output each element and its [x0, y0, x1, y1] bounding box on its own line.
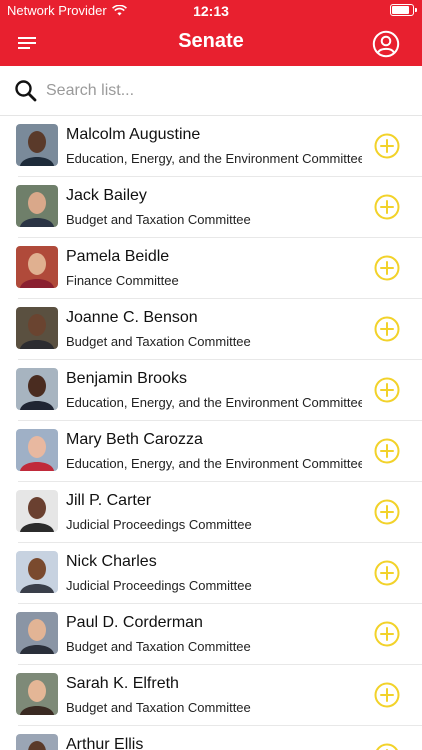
- add-button[interactable]: [374, 621, 400, 647]
- add-circle-icon: [374, 560, 400, 586]
- add-circle-icon: [376, 743, 398, 750]
- search-bar: [0, 66, 422, 116]
- member-name: Nick Charles: [66, 553, 157, 570]
- add-circle-icon: [374, 133, 400, 159]
- add-circle-icon: [374, 682, 400, 708]
- member-committee: Judicial Proceedings Committee: [66, 517, 252, 532]
- add-button[interactable]: [374, 133, 400, 159]
- add-button[interactable]: [374, 499, 400, 525]
- navbar: Senate: [0, 22, 422, 66]
- member-committee: Education, Energy, and the Environment C…: [66, 151, 362, 166]
- member-name: Malcolm Augustine: [66, 126, 201, 143]
- list-item[interactable]: Joanne C. Benson Budget and Taxation Comm…: [16, 299, 422, 360]
- add-circle-icon: [374, 255, 400, 281]
- list-item[interactable]: Jill P. Carter Judicial Proceedings Commi…: [16, 482, 422, 543]
- avatar: [16, 734, 58, 750]
- member-name: Benjamin Brooks: [66, 370, 187, 387]
- member-committee: Budget and Taxation Committee: [66, 212, 251, 227]
- account-icon: [372, 30, 400, 58]
- page-title: Senate: [178, 30, 244, 52]
- list-item[interactable]: Pamela Beidle Finance Committee: [16, 238, 422, 299]
- avatar: [16, 673, 58, 715]
- add-circle-icon: [374, 621, 400, 647]
- avatar: [16, 490, 58, 532]
- avatar: [16, 368, 58, 410]
- search-input[interactable]: [46, 78, 406, 104]
- list-item[interactable]: Benjamin Brooks Education, Energy, and th…: [16, 360, 422, 421]
- list-item[interactable]: Malcolm Augustine Education, Energy, and …: [16, 116, 422, 177]
- status-time: 12:13: [193, 3, 229, 19]
- avatar: [16, 185, 58, 227]
- avatar: [16, 307, 58, 349]
- member-committee: Finance Committee: [66, 273, 179, 288]
- list-item[interactable]: Mary Beth Carozza Education, Energy, and …: [16, 421, 422, 482]
- member-name: Arthur Ellis: [66, 736, 144, 750]
- member-name: Sarah K. Elfreth: [66, 675, 179, 692]
- member-name: Pamela Beidle: [66, 248, 170, 265]
- add-button[interactable]: [374, 377, 400, 403]
- add-circle-icon: [374, 377, 400, 403]
- member-name: Mary Beth Carozza: [66, 431, 203, 448]
- app-header: Network Provider 12:13 Senate: [0, 0, 422, 66]
- member-committee: Budget and Taxation Committee: [66, 700, 251, 715]
- list-item[interactable]: Arthur Ellis: [16, 726, 422, 750]
- add-circle-icon: [374, 499, 400, 525]
- avatar: [16, 612, 58, 654]
- list-item[interactable]: Nick Charles Judicial Proceedings Committ…: [16, 543, 422, 604]
- avatar: [16, 551, 58, 593]
- avatar: [16, 429, 58, 471]
- member-name: Jill P. Carter: [66, 492, 152, 509]
- member-name: Jack Bailey: [66, 187, 147, 204]
- search-icon: [15, 80, 37, 102]
- add-circle-icon: [374, 438, 400, 464]
- avatar: [16, 124, 58, 166]
- list-item[interactable]: Jack Bailey Budget and Taxation Committee: [16, 177, 422, 238]
- status-bar: Network Provider 12:13: [0, 0, 422, 22]
- profile-button[interactable]: [372, 30, 400, 58]
- list-item[interactable]: Paul D. Corderman Budget and Taxation Com…: [16, 604, 422, 665]
- add-circle-icon: [374, 316, 400, 342]
- member-committee: Education, Energy, and the Environment C…: [66, 395, 362, 410]
- add-button[interactable]: [374, 438, 400, 464]
- add-button[interactable]: [374, 255, 400, 281]
- list-item[interactable]: Sarah K. Elfreth Budget and Taxation Comm…: [16, 665, 422, 726]
- add-circle-icon: [374, 194, 400, 220]
- add-button[interactable]: [374, 194, 400, 220]
- add-button[interactable]: [374, 682, 400, 708]
- member-committee: Budget and Taxation Committee: [66, 639, 251, 654]
- member-committee: Budget and Taxation Committee: [66, 334, 251, 349]
- member-name: Joanne C. Benson: [66, 309, 198, 326]
- battery-icon: [390, 4, 417, 16]
- add-button[interactable]: [374, 560, 400, 586]
- member-list: Malcolm Augustine Education, Energy, and …: [0, 116, 422, 750]
- add-button[interactable]: [374, 743, 400, 750]
- member-committee: Education, Energy, and the Environment C…: [66, 456, 362, 471]
- member-name: Paul D. Corderman: [66, 614, 203, 631]
- add-button[interactable]: [374, 316, 400, 342]
- avatar: [16, 246, 58, 288]
- member-committee: Judicial Proceedings Committee: [66, 578, 252, 593]
